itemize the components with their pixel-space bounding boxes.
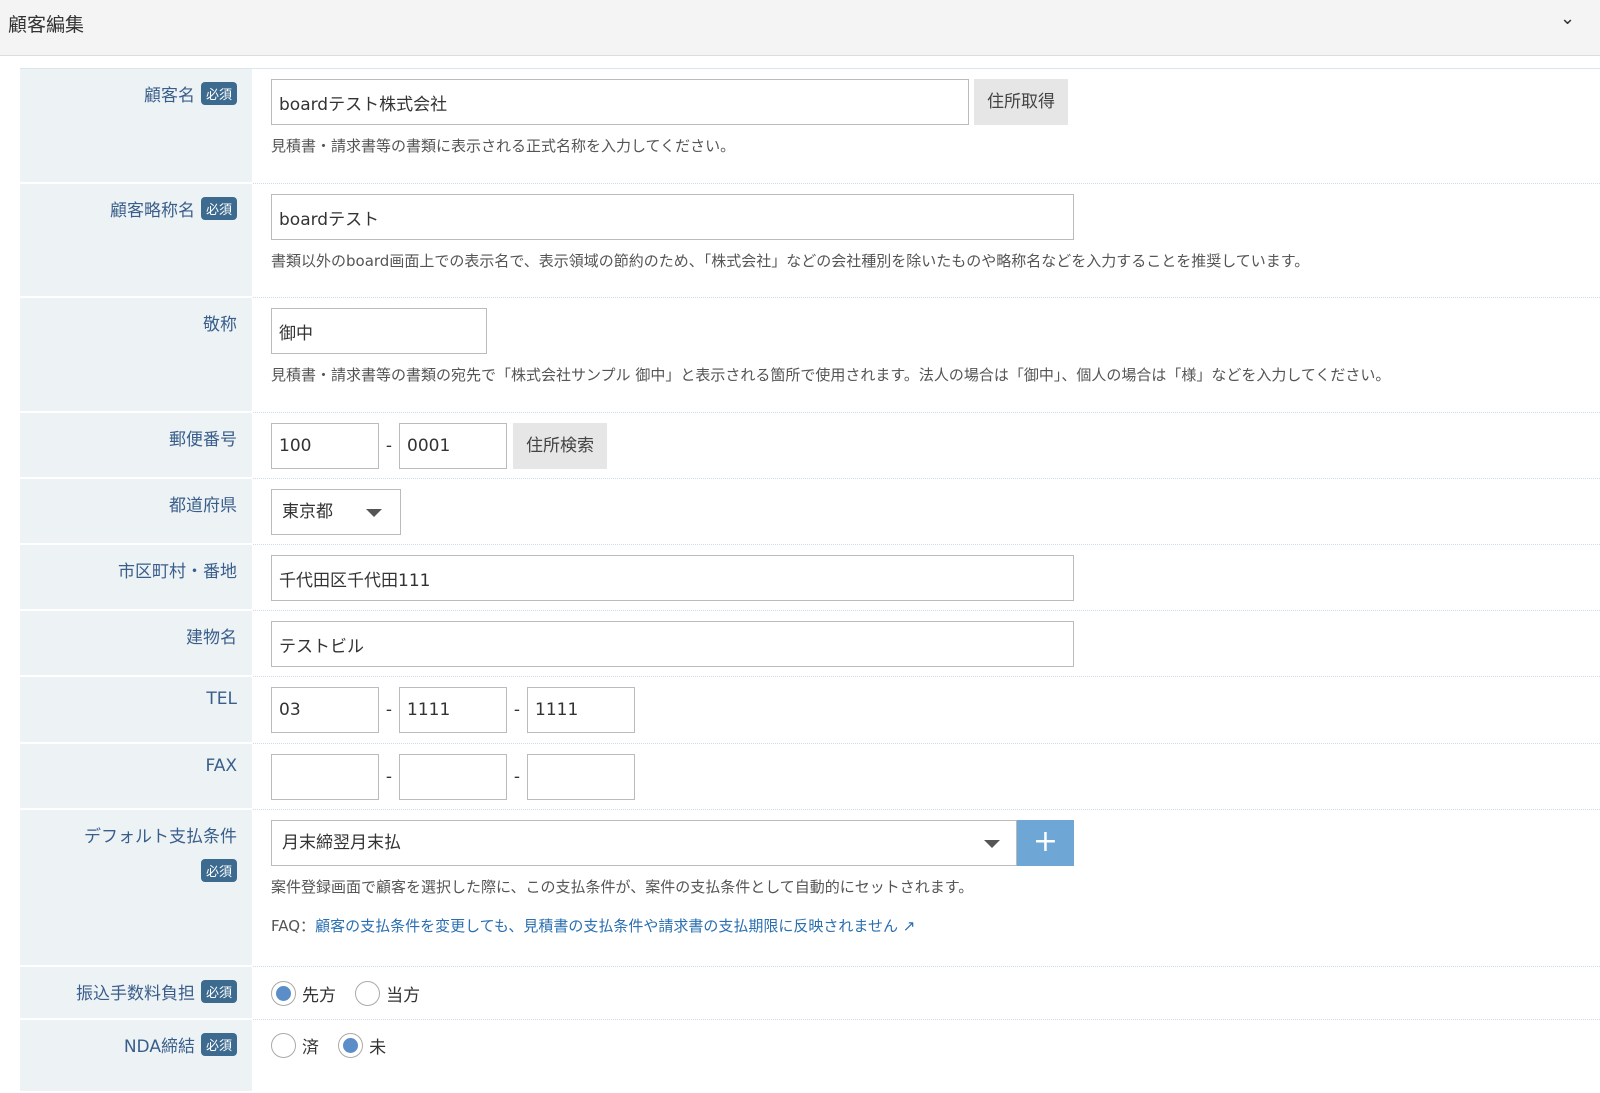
help-text: 見積書・請求書等の書類に表示される正式名称を入力してください。	[271, 137, 736, 155]
label: デフォルト支払条件	[84, 827, 237, 847]
radio-label: 済	[302, 1038, 319, 1058]
page-title: 顧客編集	[8, 14, 85, 36]
separator: -	[513, 767, 521, 787]
row-prefecture: 都道府県 東京都	[20, 479, 1600, 545]
radio-fee-self[interactable]: 当方	[355, 981, 420, 1006]
page-header: 顧客編集 ⌄	[0, 0, 1600, 56]
row-honorific: 敬称 見積書・請求書等の書類の宛先で「株式会社サンプル 御中」と表示される箇所で…	[20, 298, 1600, 413]
label: 郵便番号	[169, 430, 237, 450]
faq: FAQ：顧客の支払条件を変更しても、見積書の支払条件や請求書の支払期限に反映され…	[271, 915, 1600, 936]
zip-second-input[interactable]	[399, 423, 507, 469]
radio-label: 未	[369, 1038, 387, 1058]
label: 敬称	[203, 315, 237, 335]
tel-1-input[interactable]	[271, 687, 379, 733]
required-badge: 必須	[200, 197, 237, 220]
required-badge: 必須	[200, 82, 237, 105]
radio-label: 当方	[386, 986, 421, 1006]
fax-3-input[interactable]	[527, 754, 635, 800]
required-badge: 必須	[200, 859, 237, 882]
customer-name-input[interactable]	[271, 79, 969, 125]
row-zip: 郵便番号 - 住所検索	[20, 413, 1600, 479]
faq-link-text: 顧客の支払条件を変更しても、見積書の支払条件や請求書の支払期限に反映されません	[315, 917, 898, 935]
row-payment-terms: デフォルト支払条件必須 月末締翌月末払 + 案件登録画面で顧客を選択した際に、この…	[20, 810, 1600, 967]
separator: -	[385, 436, 393, 456]
radio-nda-not-done[interactable]: 未	[338, 1033, 386, 1058]
row-customer-name: 顧客名必須 住所取得 見積書・請求書等の書類に表示される正式名称を入力してくださ…	[20, 69, 1600, 184]
label: FAX	[205, 756, 238, 776]
label: 建物名	[186, 628, 237, 648]
radio-checked	[271, 981, 296, 1006]
label: TEL	[206, 689, 237, 709]
label: 顧客名	[143, 86, 195, 106]
zip-first-input[interactable]	[271, 423, 379, 469]
row-tel: TEL - -	[20, 677, 1600, 744]
row-nda: NDA締結 必須 済 未	[20, 1020, 1600, 1093]
separator: -	[385, 700, 393, 720]
radio-unchecked	[355, 981, 381, 1006]
row-short-name: 顧客略称名必須 書類以外のboard画面上での表示名で、表示領域の節約のため、「…	[20, 184, 1600, 298]
separator: -	[513, 700, 521, 720]
label: 都道府県	[169, 496, 237, 516]
faq-prefix: FAQ：	[271, 917, 316, 935]
help-text: 見積書・請求書等の書類の宛先で「株式会社サンプル 御中」と表示される箇所で使用さ…	[271, 366, 1391, 384]
prefecture-select[interactable]: 東京都	[271, 489, 401, 535]
required-badge: 必須	[200, 980, 237, 1003]
tel-3-input[interactable]	[527, 687, 635, 733]
help-text: 案件登録画面で顧客を選択した際に、この支払条件が、案件の支払条件として自動的にセ…	[271, 878, 974, 896]
label: 顧客略称名	[109, 201, 195, 221]
radio-label: 先方	[302, 986, 336, 1006]
tel-2-input[interactable]	[399, 687, 507, 733]
row-transfer-fee: 振込手数料負担 必須 先方 当方	[20, 967, 1600, 1020]
short-name-input[interactable]	[271, 194, 1074, 240]
separator: -	[385, 767, 393, 787]
label: 振込手数料負担	[75, 984, 195, 1004]
caret-down-icon	[366, 509, 382, 517]
radio-unchecked	[271, 1033, 296, 1058]
fax-2-input[interactable]	[399, 754, 507, 800]
get-address-button[interactable]: 住所取得	[974, 79, 1068, 125]
building-input[interactable]	[271, 621, 1074, 667]
row-city: 市区町村・番地	[20, 545, 1600, 611]
required-badge: 必須	[200, 1033, 237, 1056]
city-input[interactable]	[271, 555, 1074, 601]
faq-link[interactable]: 顧客の支払条件を変更しても、見積書の支払条件や請求書の支払期限に反映されません …	[315, 917, 915, 935]
external-link-icon: ↗	[902, 917, 916, 935]
label: NDA締結	[123, 1037, 195, 1057]
row-fax: FAX - -	[20, 744, 1600, 810]
chevron-icon[interactable]: ⌄	[1560, 8, 1575, 29]
help-text: 書類以外のboard画面上での表示名で、表示領域の節約のため、「株式会社」などの…	[271, 252, 1310, 270]
caret-down-icon	[984, 840, 1000, 848]
radio-nda-done[interactable]: 済	[271, 1033, 319, 1058]
selected-value: 月末締翌月末払	[282, 833, 401, 853]
add-payment-term-button[interactable]: +	[1017, 820, 1074, 866]
address-search-button[interactable]: 住所検索	[513, 423, 607, 469]
radio-checked	[338, 1033, 364, 1058]
label: 市区町村・番地	[118, 562, 237, 582]
fax-1-input[interactable]	[271, 754, 379, 800]
radio-fee-other[interactable]: 先方	[271, 981, 336, 1006]
row-building: 建物名	[20, 611, 1600, 677]
payment-terms-select[interactable]: 月末締翌月末払	[271, 820, 1017, 866]
honorific-input[interactable]	[271, 308, 487, 354]
customer-form: 顧客名必須 住所取得 見積書・請求書等の書類に表示される正式名称を入力してくださ…	[20, 68, 1600, 1093]
selected-value: 東京都	[282, 502, 333, 522]
